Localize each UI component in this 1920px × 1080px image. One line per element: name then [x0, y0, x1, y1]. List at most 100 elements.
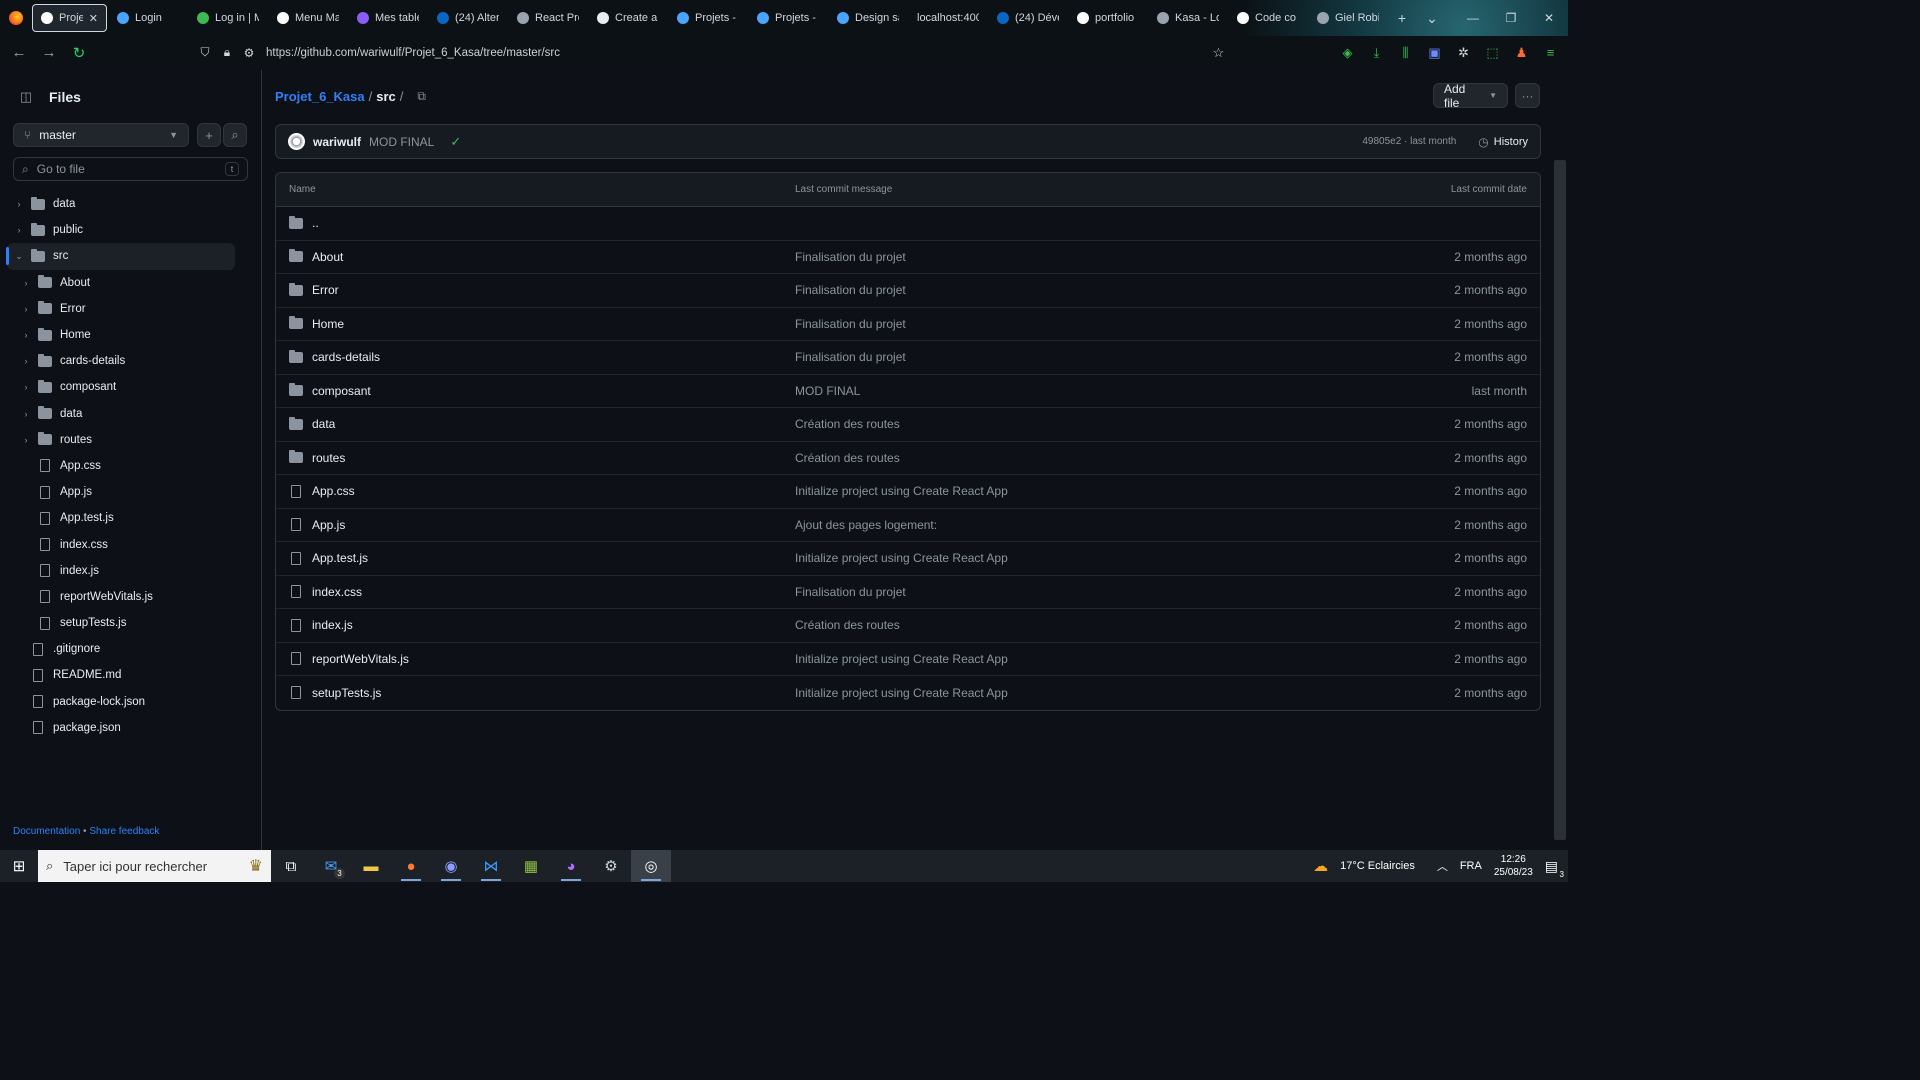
browser-tab[interactable]: Kasa - Lo	[1149, 4, 1227, 32]
weather-text[interactable]: 17°C Eclaircies	[1340, 860, 1415, 872]
chevron-right-icon[interactable]: ›	[20, 304, 32, 314]
row-name-link[interactable]: ..	[312, 216, 319, 230]
more-options-icon[interactable]: ···	[1515, 83, 1540, 108]
permissions-icon[interactable]: ⚙︎	[238, 42, 260, 64]
row-name-link[interactable]: index.js	[312, 618, 353, 632]
row-name-link[interactable]: routes	[312, 451, 345, 465]
chevron-right-icon[interactable]: ›	[20, 435, 32, 445]
search-icon[interactable]: ⌕	[223, 123, 247, 147]
table-row[interactable]: App.css Initialize project using Create R…	[276, 475, 1540, 509]
table-row[interactable]: cards-details Finalisation du projet 2 mon…	[276, 341, 1540, 375]
history-button[interactable]: ◷ History	[1478, 135, 1528, 149]
firefox-icon[interactable]: ●	[391, 850, 431, 882]
lock-icon[interactable]: 🔒︎	[216, 42, 238, 64]
browser-tab[interactable]: Projets - C	[669, 4, 747, 32]
weather-icon[interactable]: ☁	[1313, 857, 1328, 875]
gaming-app-icon[interactable]: ◕	[551, 850, 591, 882]
browser-tab[interactable]: (24) Alter	[429, 4, 507, 32]
row-commit-message[interactable]: Finalisation du projet	[795, 250, 1327, 264]
browser-tab[interactable]: Mes table	[349, 4, 427, 32]
settings-gear-icon[interactable]: ✲	[1454, 43, 1473, 62]
row-commit-message[interactable]: Initialize project using Create React Ap…	[795, 652, 1327, 666]
branch-selector[interactable]: ⑂ master ▼	[13, 123, 189, 147]
app-menu-icon[interactable]: ≡	[1541, 43, 1560, 62]
check-icon[interactable]: ✓	[450, 134, 461, 150]
table-row[interactable]: setupTests.js Initialize project using Cr…	[276, 676, 1540, 710]
row-commit-message[interactable]: MOD FINAL	[795, 384, 1327, 398]
table-row[interactable]: index.js Création des routes 2 months ago	[276, 609, 1540, 643]
new-tab-button[interactable]: +	[1387, 4, 1417, 32]
row-commit-message[interactable]: Initialize project using Create React Ap…	[795, 484, 1327, 498]
breadcrumb-repo-link[interactable]: Projet_6_Kasa	[275, 89, 365, 104]
tree-item[interactable]: index.js	[7, 558, 235, 584]
tree-item[interactable]: App.css	[7, 453, 235, 479]
row-commit-message[interactable]: Initialize project using Create React Ap…	[795, 551, 1327, 565]
table-row[interactable]: routes Création des routes 2 months ago	[276, 442, 1540, 475]
row-name-link[interactable]: Error	[312, 283, 339, 297]
row-name-link[interactable]: index.css	[312, 585, 362, 599]
tree-item[interactable]: package-lock.json	[7, 689, 235, 715]
row-name-link[interactable]: App.js	[312, 518, 345, 532]
chevron-right-icon[interactable]: ›	[20, 330, 32, 340]
tree-item[interactable]: .gitignore	[7, 636, 235, 662]
row-commit-message[interactable]: Création des routes	[795, 417, 1327, 431]
chevron-right-icon[interactable]: ›	[13, 199, 25, 209]
row-name-link[interactable]: data	[312, 417, 335, 431]
tree-item[interactable]: setupTests.js	[7, 610, 235, 636]
extensions-puzzle-icon[interactable]: ⬚	[1483, 43, 1502, 62]
tree-item[interactable]: ⌄ src	[6, 243, 235, 270]
tree-item[interactable]: › routes	[7, 427, 235, 453]
row-commit-message[interactable]: Finalisation du projet	[795, 350, 1327, 364]
back-button[interactable]: ←	[4, 38, 34, 68]
minimize-button[interactable]: —	[1454, 0, 1492, 36]
windows-start-icon[interactable]: ⊞	[0, 850, 38, 882]
browser-tab[interactable]: localhost:4000	[909, 4, 987, 32]
row-name-link[interactable]: reportWebVitals.js	[312, 652, 409, 666]
table-row[interactable]: About Finalisation du projet 2 months ago	[276, 241, 1540, 274]
taskbar-search-input[interactable]: ⌕ Taper ici pour rechercher ♛	[38, 850, 271, 882]
commit-message[interactable]: MOD FINAL	[369, 135, 434, 149]
chevron-right-icon[interactable]: ›	[20, 382, 32, 392]
clock[interactable]: 12:26 25/08/23	[1494, 853, 1533, 879]
row-name-link[interactable]: About	[312, 250, 343, 264]
table-row[interactable]: reportWebVitals.js Initialize project usi…	[276, 643, 1540, 676]
share-feedback-link[interactable]: Share feedback	[89, 826, 159, 837]
reload-button[interactable]: ↻	[64, 38, 94, 68]
browser-tab[interactable]: portfolio	[1069, 4, 1147, 32]
tree-item[interactable]: reportWebVitals.js	[7, 584, 235, 610]
browser-tab[interactable]: Projets - C	[749, 4, 827, 32]
profile-icon[interactable]: ♟	[1512, 43, 1531, 62]
browser-tab[interactable]: Code co	[1229, 4, 1307, 32]
url-bar[interactable]: https://github.com/wariwulf/Projet_6_Kas…	[266, 47, 560, 59]
copy-path-icon[interactable]: ⧉	[417, 89, 426, 104]
table-row[interactable]: App.test.js Initialize project using Crea…	[276, 542, 1540, 576]
tree-item[interactable]: › About	[7, 270, 235, 296]
tree-item[interactable]: package.json	[7, 715, 235, 741]
row-commit-message[interactable]: Ajout des pages logement:	[795, 518, 1327, 532]
tree-item[interactable]: › cards-details	[7, 348, 235, 374]
collapse-sidebar-icon[interactable]: ◫	[13, 86, 39, 108]
tree-item[interactable]: › data	[7, 191, 235, 217]
tree-item[interactable]: App.test.js	[7, 505, 235, 531]
vscode-icon[interactable]: ⋈	[471, 850, 511, 882]
browser-tab[interactable]: Projet_ ✕	[32, 4, 107, 32]
avatar[interactable]	[288, 133, 305, 150]
row-commit-message[interactable]: Initialize project using Create React Ap…	[795, 686, 1327, 700]
row-name-link[interactable]: Home	[312, 317, 344, 331]
documentation-link[interactable]: Documentation	[13, 826, 80, 837]
chevron-right-icon[interactable]: ›	[13, 225, 25, 235]
discord-icon[interactable]: ◉	[431, 850, 471, 882]
table-row[interactable]: index.css Finalisation du projet 2 months …	[276, 576, 1540, 609]
browser-tab[interactable]: Create a F	[589, 4, 667, 32]
row-name-link[interactable]: composant	[312, 384, 371, 398]
firefox-menu-icon[interactable]	[0, 0, 32, 36]
forward-button[interactable]: →	[34, 38, 64, 68]
table-row[interactable]: ..	[276, 207, 1540, 241]
row-name-link[interactable]: cards-details	[312, 350, 380, 364]
close-tab-icon[interactable]: ✕	[89, 12, 98, 25]
row-name-link[interactable]: setupTests.js	[312, 686, 381, 700]
close-window-button[interactable]: ✕	[1530, 0, 1568, 36]
chevron-right-icon[interactable]: ›	[20, 278, 32, 288]
table-row[interactable]: data Création des routes 2 months ago	[276, 408, 1540, 442]
chevron-down-icon[interactable]: ⌄	[13, 251, 25, 262]
